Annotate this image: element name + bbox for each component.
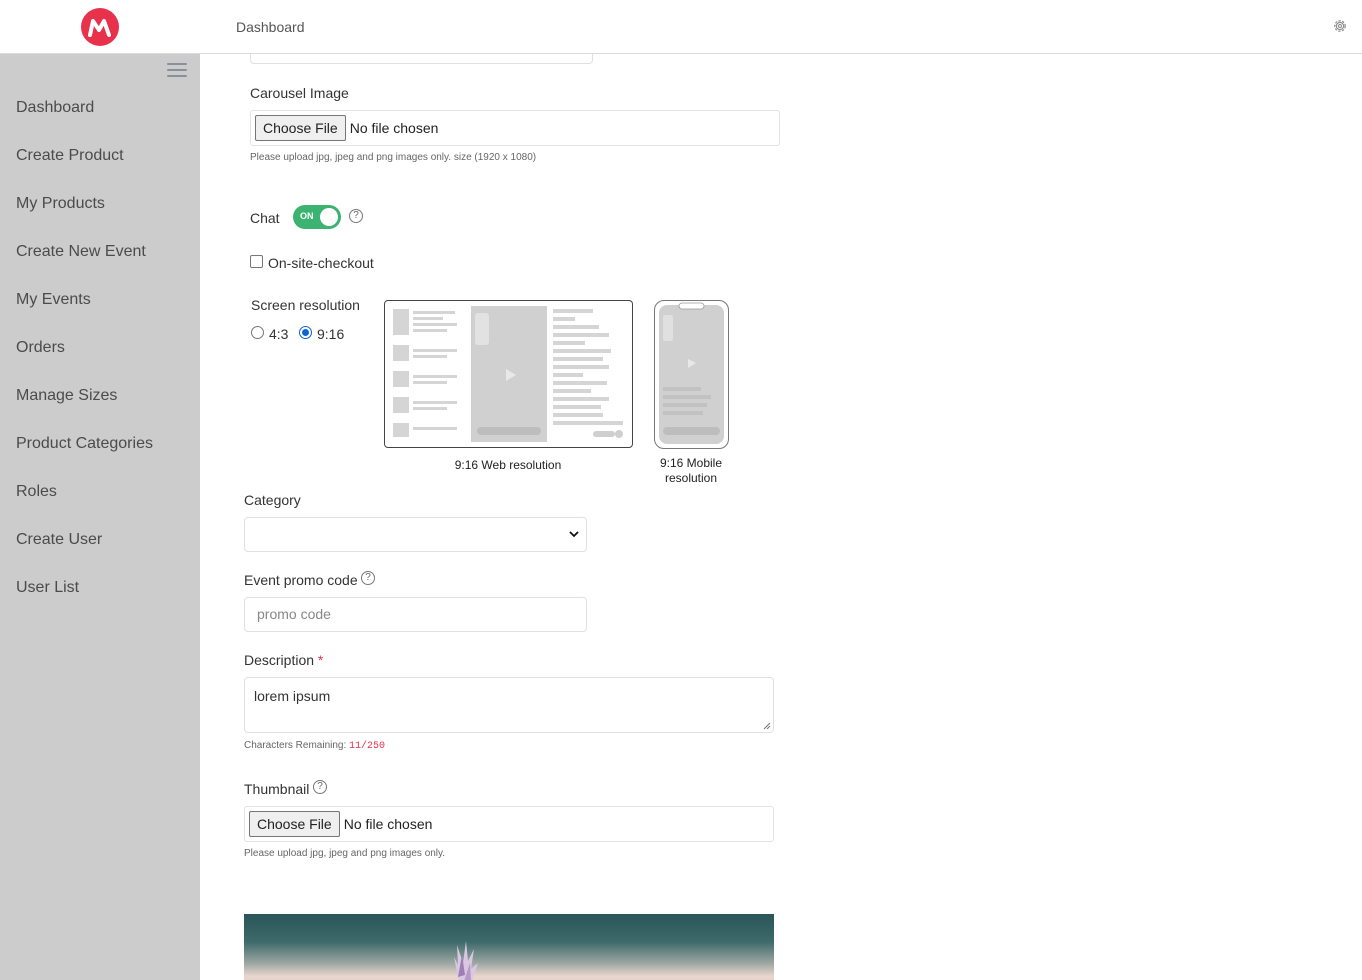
thumbnail-file-input[interactable]: Choose File No file chosen [244, 806, 774, 842]
scrolled-input-field[interactable] [250, 54, 593, 64]
sidebar-item-create-product[interactable]: Create Product [0, 134, 200, 182]
sidebar-item-my-events[interactable]: My Events [0, 278, 200, 326]
sidebar-item-user-list[interactable]: User List [0, 566, 200, 614]
sidebar-item-dashboard[interactable]: Dashboard [0, 86, 200, 134]
event-form: Carousel Image Choose File No file chose… [200, 54, 1362, 980]
sidebar-item-manage-sizes[interactable]: Manage Sizes [0, 374, 200, 422]
resize-grip-icon[interactable] [763, 722, 771, 730]
chevron-down-icon [569, 531, 579, 538]
description-value: lorem ipsum [254, 688, 331, 704]
chat-label: Chat [250, 210, 280, 226]
carousel-choose-file-button[interactable]: Choose File [255, 115, 346, 141]
gear-icon[interactable] [1332, 18, 1348, 34]
thumbnail-preview-image [244, 914, 774, 980]
thumbnail-help-icon[interactable]: ? [313, 780, 327, 794]
sidebar-item-orders[interactable]: Orders [0, 326, 200, 374]
promo-code-input[interactable]: promo code [244, 597, 587, 632]
characters-remaining-label: Characters Remaining: [244, 740, 347, 751]
thumbnail-hint: Please upload jpg, jpeg and png images o… [244, 848, 446, 859]
carousel-file-input[interactable]: Choose File No file chosen [250, 110, 780, 146]
sidebar-nav: Dashboard Create Product My Products Cre… [0, 86, 200, 614]
radio-9-16-label: 9:16 [317, 326, 345, 342]
web-resolution-caption: 9:16 Web resolution [454, 458, 562, 472]
characters-remaining: Characters Remaining: 11/250 [244, 740, 385, 752]
chat-toggle[interactable]: ON [293, 205, 341, 229]
radio-4-3[interactable] [251, 326, 264, 339]
web-layout-illustration [393, 306, 623, 442]
chat-toggle-text: ON [300, 211, 314, 221]
mobile-resolution-caption-line1: 9:16 Mobile [659, 456, 723, 470]
characters-remaining-count: 11/250 [349, 741, 386, 752]
mobile-layout-illustration [659, 302, 724, 444]
sidebar-item-my-products[interactable]: My Products [0, 182, 200, 230]
mobile-resolution-preview[interactable] [654, 300, 729, 449]
brand-logo[interactable] [81, 8, 119, 46]
thumbnail-file-status: No file chosen [343, 816, 433, 832]
sidebar: Dashboard Create Product My Products Cre… [0, 54, 200, 980]
radio-4-3-label: 4:3 [269, 326, 289, 342]
promo-code-label: Event promo code [244, 572, 358, 588]
required-asterisk: * [317, 652, 324, 668]
category-select[interactable] [244, 517, 587, 552]
sidebar-item-roles[interactable]: Roles [0, 470, 200, 518]
sidebar-item-product-categories[interactable]: Product Categories [0, 422, 200, 470]
top-bar: Dashboard [0, 0, 1362, 54]
page-title: Dashboard [236, 19, 305, 35]
description-label: Description * [244, 652, 323, 668]
sidebar-item-create-new-event[interactable]: Create New Event [0, 230, 200, 278]
description-label-text: Description [244, 652, 315, 668]
radio-9-16[interactable] [299, 326, 312, 339]
carousel-file-status: No file chosen [349, 120, 439, 136]
thumbnail-choose-file-button[interactable]: Choose File [249, 811, 340, 837]
thumbnail-label: Thumbnail [244, 781, 310, 797]
on-site-checkout-checkbox[interactable] [250, 255, 263, 268]
on-site-checkout-label: On-site-checkout [268, 255, 374, 271]
carousel-image-label: Carousel Image [250, 85, 349, 101]
description-textarea[interactable]: lorem ipsum [244, 677, 774, 733]
web-resolution-preview[interactable] [384, 300, 633, 448]
promo-code-help-icon[interactable]: ? [361, 571, 375, 585]
category-label: Category [244, 492, 301, 508]
hamburger-icon[interactable] [167, 63, 187, 79]
sidebar-item-create-user[interactable]: Create User [0, 518, 200, 566]
toggle-knob [320, 208, 338, 226]
screen-resolution-label: Screen resolution [251, 297, 360, 313]
chat-help-icon[interactable]: ? [349, 209, 363, 223]
mobile-resolution-caption-line2: resolution [664, 471, 718, 485]
logo-m-icon [88, 19, 111, 37]
flower-image-detail [454, 941, 478, 980]
carousel-hint: Please upload jpg, jpeg and png images o… [250, 152, 537, 163]
